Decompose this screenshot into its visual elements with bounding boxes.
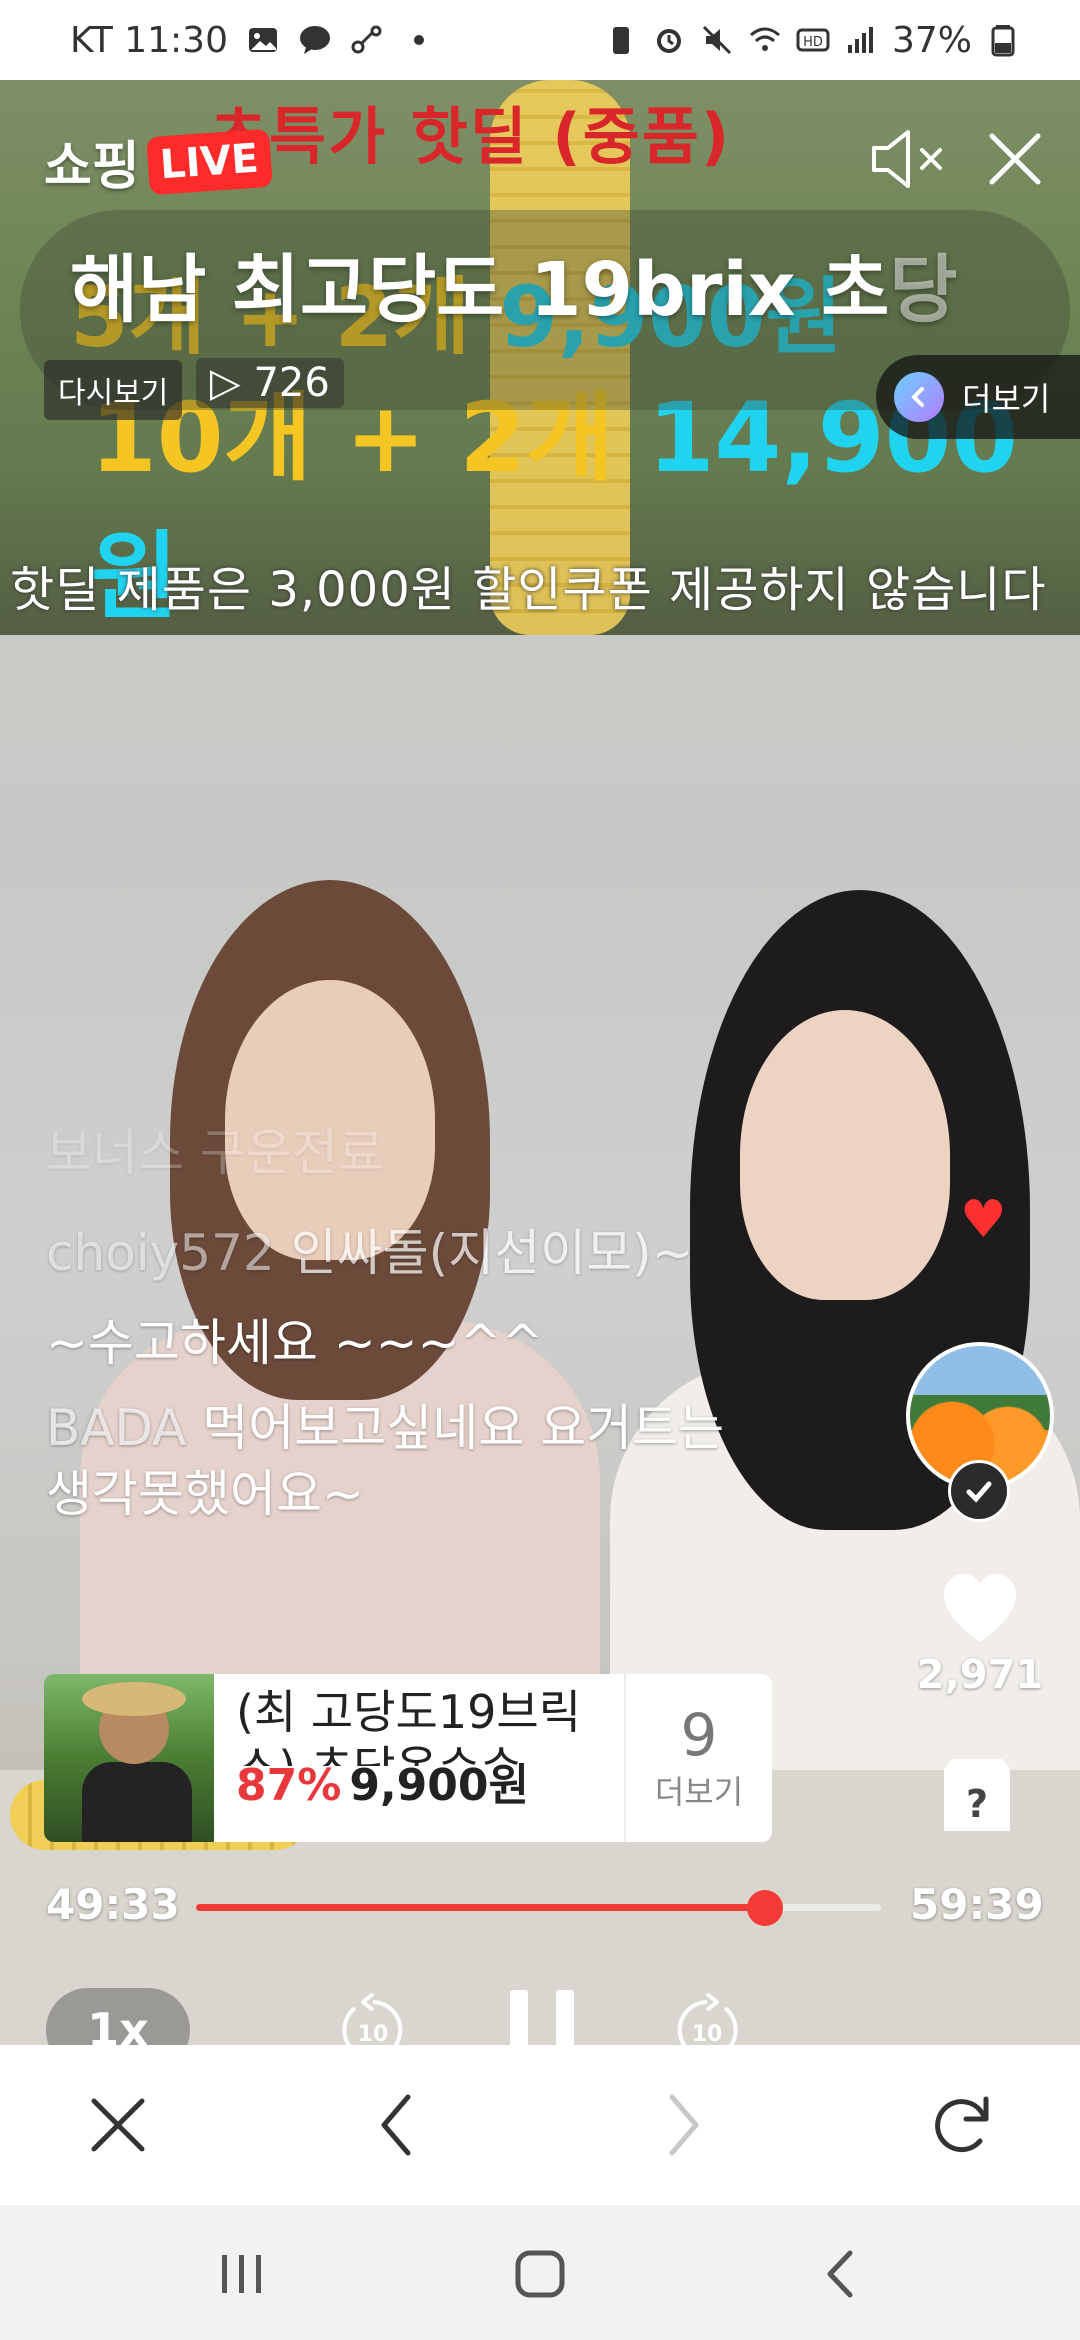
hd-icon: HD [796, 28, 830, 52]
alarm-icon [656, 29, 681, 53]
wifi-icon [750, 27, 780, 51]
chevron-left-icon [894, 372, 944, 422]
mute-icon [702, 25, 732, 55]
rewind-10-icon[interactable]: 10 [333, 1990, 413, 2045]
shopping-live-logo: 쇼핑 LIVE [44, 124, 273, 199]
svg-text:HD: HD [803, 35, 823, 50]
view-count: ▷ 726 [196, 358, 344, 408]
svg-text:?: ? [966, 1782, 988, 1826]
banner-note: 핫딜 제품은 3,000원 할인쿠폰 제공하지 않습니다 [10, 562, 1047, 618]
chat-message: choiy572 인싸돌(지선이모)~ [46, 1224, 694, 1282]
refresh-icon[interactable] [922, 2085, 1002, 2165]
close-icon[interactable] [78, 2085, 158, 2165]
chat-message: BADA 먹어보고싶네요 요거트는 생각못했어요~ [46, 1399, 725, 1523]
forward-10-icon[interactable]: 10 [667, 1990, 747, 2045]
product-name: (최 고당도19브릭스) 초당옥수수 [236, 1685, 582, 1766]
carrier-time: KT 11:30 [70, 19, 228, 61]
like-count: 2,971 [916, 1652, 1044, 1698]
product-card[interactable]: (최 고당도19브릭스) 초당옥수수 87%9,900원 9 더보기 [44, 1674, 772, 1842]
battery-percent: 37% [891, 19, 972, 61]
back-icon[interactable] [816, 2247, 866, 2301]
close-icon[interactable] [980, 124, 1050, 194]
product-price: 87% 9,900원 [236, 1760, 529, 1811]
stream-title[interactable]: 해남 최고당도 19brix 초당 [70, 230, 957, 337]
product-info[interactable]: (최 고당도19브릭스) 초당옥수수 87%9,900원 [214, 1674, 624, 1842]
banner-headline: 초특가 핫딜 (중품) [210, 100, 732, 173]
svg-text:10: 10 [692, 2022, 723, 2045]
heart-icon[interactable] [940, 1570, 1020, 1650]
live-video[interactable]: 초특가 핫딜 (중품) 5개 + 2개 9,900원 10개 + 2개 14,9… [0, 80, 1080, 2045]
system-navigation-bar [0, 2205, 1080, 2340]
home-icon[interactable] [510, 2247, 570, 2301]
host-2-face [740, 1010, 950, 1300]
check-icon[interactable] [948, 1460, 1010, 1522]
product-thumbnail[interactable] [44, 1674, 214, 1842]
seek-bar[interactable] [196, 1890, 881, 1926]
battery-icon [991, 25, 1015, 57]
chat-message: 보너스 구운전료 [46, 1124, 384, 1182]
forward-icon[interactable] [642, 2085, 722, 2165]
current-time: 49:33 [46, 1880, 180, 1929]
status-bar: KT 11:30 HD 37% [0, 0, 1080, 80]
pause-icon[interactable] [500, 1982, 584, 2045]
svg-text:10: 10 [358, 2022, 389, 2045]
product-more-button[interactable]: 9 더보기 [624, 1674, 772, 1842]
dot-icon [414, 35, 424, 45]
seek-bar-fill [196, 1904, 765, 1911]
total-time: 59:39 [910, 1880, 1044, 1929]
talk-icon [300, 26, 330, 54]
browser-toolbar [0, 2045, 1080, 2205]
signal-icon [847, 27, 873, 53]
gallery-icon [249, 28, 277, 52]
chat-message: ~수고하세요 ~~~^^ [46, 1314, 544, 1372]
recent-apps-icon[interactable] [212, 2249, 272, 2299]
more-label: 더보기 [962, 380, 1051, 418]
playback-speed-button[interactable]: 1x [46, 1988, 190, 2045]
product-count: 9 [680, 1701, 718, 1769]
battery-saver-icon [612, 27, 629, 54]
replay-badge: 다시보기 [44, 360, 183, 420]
more-button[interactable]: 더보기 [876, 355, 1080, 439]
seek-bar-thumb[interactable] [746, 1890, 783, 1926]
floating-heart-icon: ♥ [960, 1190, 1007, 1250]
help-icon[interactable]: ? [940, 1755, 1014, 1835]
product-more-label: 더보기 [654, 1773, 744, 1811]
speaker-muted-icon[interactable] [866, 124, 950, 194]
link-icon [351, 25, 382, 54]
back-icon[interactable] [358, 2085, 438, 2165]
